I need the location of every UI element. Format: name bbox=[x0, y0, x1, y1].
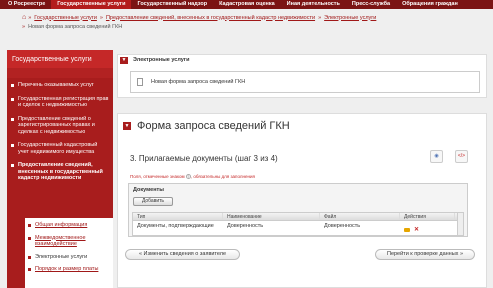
sidebar-subnav: Общая информация Межведомственное взаимо… bbox=[25, 218, 113, 288]
breadcrumb-current: Новая форма запроса сведений ГКН bbox=[28, 24, 123, 30]
sidebar-subitem-fees[interactable]: Порядок и размер платы bbox=[25, 262, 113, 275]
sidebar-subitem-eservices[interactable]: Электронные услуги bbox=[25, 250, 113, 263]
sidebar: Государственные услуги Перечень оказывае… bbox=[7, 50, 113, 288]
add-document-button[interactable]: Добавить bbox=[133, 197, 173, 206]
topnav-appeals[interactable]: Обращения граждан bbox=[396, 0, 464, 9]
cell-name: Доверенность bbox=[227, 223, 264, 229]
breadcrumb-separator: » bbox=[318, 14, 322, 21]
cell-actions: ✕ bbox=[400, 221, 455, 235]
next-step-button[interactable]: Перейти к проверке данных » bbox=[375, 249, 475, 260]
collapse-arrow-icon[interactable]: ▼ bbox=[120, 56, 128, 64]
table-scrollbar[interactable] bbox=[457, 213, 463, 235]
sidebar-item-registration[interactable]: Государственная регистрация прав и сдело… bbox=[7, 96, 113, 109]
breadcrumb-link-gov-services[interactable]: Государственные услуги bbox=[34, 15, 97, 21]
topnav-cadastral-valuation[interactable]: Кадастровая оценка bbox=[213, 0, 281, 9]
documents-label: Документы bbox=[133, 187, 164, 193]
eservices-link-card[interactable]: Новая форма запроса сведений ГКН bbox=[130, 71, 480, 93]
sidebar-item-services-list[interactable]: Перечень оказываемых услуг bbox=[7, 82, 113, 89]
topnav-other-activity[interactable]: Иная деятельность bbox=[281, 0, 346, 9]
documents-section: Документы Добавить Тип Наименование Файл… bbox=[128, 183, 468, 237]
column-header-name[interactable]: Наименование bbox=[223, 213, 320, 220]
column-header-type[interactable]: Тип bbox=[133, 213, 223, 220]
breadcrumb-separator: » bbox=[22, 24, 26, 30]
top-navigation: О Росреестре Государственные услуги Госу… bbox=[0, 0, 493, 9]
required-note: Поля, отмеченные знаком ?, обязательны д… bbox=[130, 174, 255, 180]
navigation-buttons: « Изменить сведения о заявителе Перейти … bbox=[125, 249, 475, 262]
document-icon bbox=[137, 78, 143, 86]
collapse-arrow-icon[interactable]: ▼ bbox=[123, 122, 131, 130]
eservices-link[interactable]: Новая форма запроса сведений ГКН bbox=[151, 79, 245, 85]
table-header: Тип Наименование Файл Действия bbox=[133, 213, 463, 221]
breadcrumb-link-eservices[interactable]: Электронные услуги bbox=[324, 15, 376, 21]
form-tools: ◉ </> bbox=[418, 150, 468, 163]
home-icon[interactable]: ⌂ bbox=[22, 14, 26, 21]
topnav-about[interactable]: О Росреестре bbox=[0, 0, 51, 9]
table-row[interactable]: Документы, подтверждающие Доверенность Д… bbox=[133, 221, 463, 235]
column-header-file[interactable]: Файл bbox=[320, 213, 400, 220]
topnav-gov-services[interactable]: Государственные услуги bbox=[51, 0, 132, 9]
form-panel: ▼ Форма запроса сведений ГКН 3. Прилагае… bbox=[117, 113, 487, 288]
xml-icon[interactable]: </> bbox=[455, 150, 468, 163]
breadcrumb-separator: » bbox=[99, 14, 103, 21]
sidebar-subitem-general[interactable]: Общая информация bbox=[25, 218, 113, 231]
form-title: Форма запроса сведений ГКН bbox=[137, 120, 290, 132]
breadcrumb-separator: » bbox=[28, 14, 32, 21]
eservices-panel: ▼ Электронные услуги Новая форма запроса… bbox=[117, 54, 487, 98]
documents-table: Тип Наименование Файл Действия Документы… bbox=[132, 212, 464, 236]
sidebar-title: Государственные услуги bbox=[7, 50, 113, 68]
edit-icon[interactable] bbox=[404, 228, 410, 232]
breadcrumb-link-gkn-info[interactable]: Предоставление сведений, внесенных в гос… bbox=[106, 15, 315, 21]
breadcrumb: ⌂ » Государственные услуги » Предоставле… bbox=[22, 14, 492, 34]
topnav-supervision[interactable]: Государственный надзор bbox=[131, 0, 213, 9]
sidebar-item-rights-info[interactable]: Предоставление сведений о зарегистрирова… bbox=[7, 116, 113, 136]
cell-file: Доверенность bbox=[324, 223, 361, 229]
delete-icon[interactable]: ✕ bbox=[414, 227, 419, 233]
sidebar-item-cadastral-registration[interactable]: Государственный кадастровый учет недвижи… bbox=[7, 142, 113, 155]
preview-icon[interactable]: ◉ bbox=[430, 150, 443, 163]
sidebar-subitem-interagency[interactable]: Межведомственное взаимодействие bbox=[25, 231, 113, 250]
eservices-heading: Электронные услуги bbox=[133, 57, 190, 63]
sidebar-item-gkn-info[interactable]: Предоставление сведений, внесенных в гос… bbox=[7, 162, 113, 182]
cell-type: Документы, подтверждающие bbox=[137, 223, 214, 229]
topnav-press[interactable]: Пресс-служба bbox=[346, 0, 396, 9]
column-header-actions: Действия bbox=[400, 213, 455, 220]
step-heading: 3. Прилагаемые документы (шаг 3 из 4) bbox=[130, 154, 278, 163]
previous-step-button[interactable]: « Изменить сведения о заявителе bbox=[125, 249, 240, 260]
